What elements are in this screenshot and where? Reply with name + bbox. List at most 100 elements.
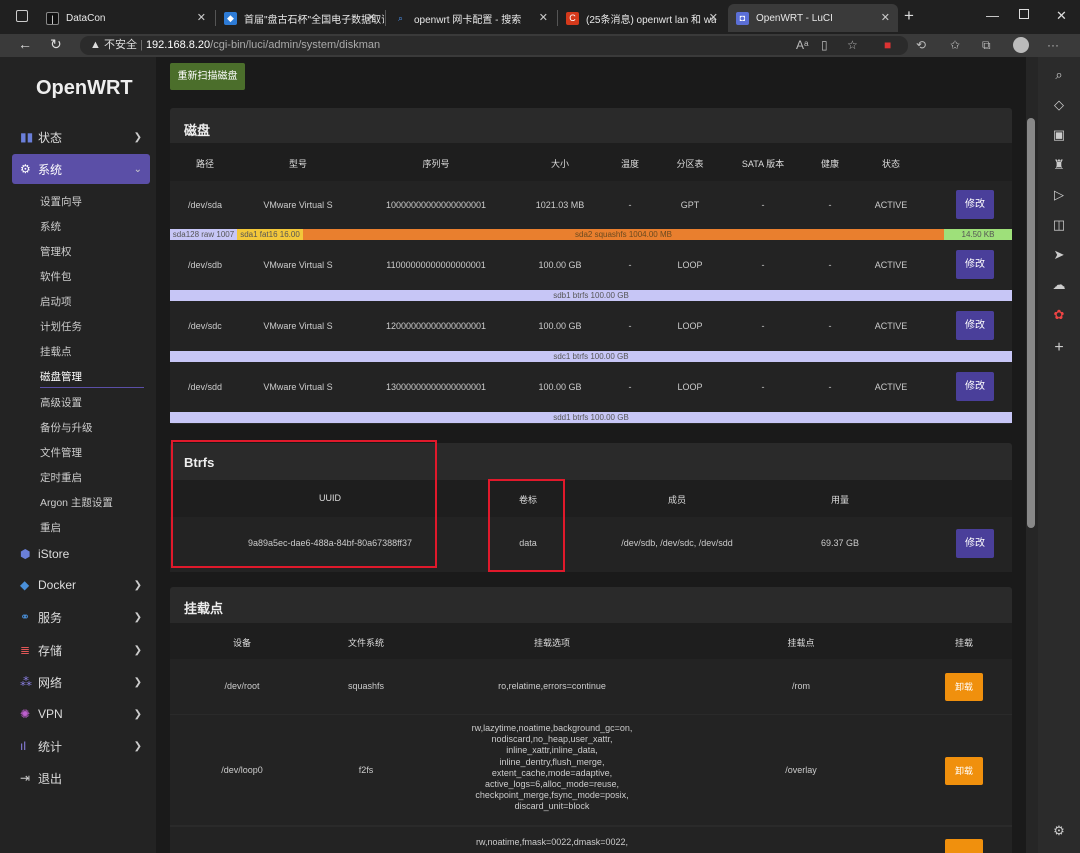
close-window-icon[interactable]: ✕ [1056,8,1067,24]
browser-tab[interactable]: | DataCon ✕ [38,4,214,32]
partition-segment[interactable]: sda1 fat16 16.00 [237,229,303,240]
read-aloud-icon[interactable]: Aᵃ [796,38,808,52]
sidebar-item-stats[interactable]: ıl 统计 ❯ [12,731,150,761]
cloud-icon[interactable]: ☁ [1050,277,1068,293]
app-icon[interactable]: ✿ [1050,307,1068,323]
partition-segment[interactable]: sda2 squashfs 1004.00 MB [303,229,944,240]
docker-icon: ◆ [20,578,30,592]
favorite-add-icon[interactable]: ☆ [847,38,858,52]
edit-disk-button[interactable]: 修改 [956,311,994,340]
outlook-icon[interactable]: ◫ [1050,217,1068,233]
sync-icon[interactable]: ⟲ [916,38,926,52]
tag-icon[interactable]: ◇ [1050,97,1068,113]
submenu-item[interactable]: 计划任务 [40,319,82,334]
submenu-item[interactable]: 高级设置 [40,395,82,410]
disk-ptable: LOOP [677,260,703,270]
rescan-disks-button[interactable]: 重新扫描磁盘 [170,63,245,90]
sidebar-item-network[interactable]: ⁂ 网络 ❯ [12,667,150,697]
disk-model: VMware Virtual S [263,200,333,210]
mount-option-line: active_logs=6,alloc_mode=reuse, [484,779,620,790]
edit-disk-button[interactable]: 修改 [956,250,994,279]
column-header: 挂载 [954,638,974,648]
url-field[interactable]: ▲ 不安全 | 192.168.8.20/cgi-bin/luci/admin/… [80,36,908,55]
back-icon[interactable]: ← [18,36,32,52]
sidebar-item-status[interactable]: ▮▮ 状态 ❯ [12,122,150,152]
disk-state: ACTIVE [874,200,908,210]
partition-segment[interactable]: 14.50 KB [944,229,1012,240]
partition-bar[interactable]: sdc1 btrfs 100.00 GB [170,351,1012,362]
mount-options: rw,noatime,fmask=0022,dmask=0022, [475,837,629,847]
disk-health: - [828,200,832,210]
submenu-item[interactable]: 挂载点 [40,344,72,359]
browser-tab-active[interactable]: ◘ OpenWRT - LuCI ✕ [728,4,898,32]
partition-bar[interactable]: sdb1 btrfs 100.00 GB [170,290,1012,301]
mount-option-line: checkpoint_merge,fsync_mode=posix, [475,790,629,801]
submenu-item[interactable]: 备份与升级 [40,420,93,435]
edit-disk-button[interactable]: 修改 [956,190,994,219]
tab-title: DataCon [66,12,106,24]
profile-avatar[interactable] [1013,37,1029,53]
edit-disk-button[interactable]: 修改 [956,372,994,401]
sidebar-item-storage[interactable]: ≣ 存储 ❯ [12,635,150,665]
browser-tab[interactable]: C (25条消息) openwrt lan 和 wan配 ✕ [558,4,726,32]
submenu-item[interactable]: 系统 [40,219,61,234]
close-tab-icon[interactable]: ✕ [881,11,890,24]
favorites-icon[interactable]: ✩ [950,38,960,52]
refresh-icon[interactable]: ↻ [50,36,62,53]
umount-button[interactable]: 卸载 [945,673,983,701]
reader-icon[interactable]: ▯ [821,38,828,52]
collections-icon[interactable]: ⧉ [982,38,991,53]
more-icon[interactable]: ··· [1047,38,1059,52]
close-tab-icon[interactable]: ✕ [367,11,376,24]
submenu-item-active[interactable]: 磁盘管理 [40,369,82,384]
panel-title: 磁盘 [184,123,211,138]
edit-btrfs-button[interactable]: 修改 [956,529,994,558]
submenu-item[interactable]: 定时重启 [40,470,82,485]
extension-icon[interactable]: ■ [884,38,891,52]
table-row: /dev/sdc VMware Virtual S 12000000000000… [170,301,1012,351]
scrollbar-thumb[interactable] [1027,118,1035,528]
close-tab-icon[interactable]: ✕ [709,11,718,24]
submenu-item[interactable]: 重启 [40,520,61,535]
submenu-item[interactable]: 设置向导 [40,194,82,209]
submenu-item[interactable]: Argon 主题设置 [40,495,113,510]
close-tab-icon[interactable]: ✕ [197,11,206,24]
submenu-item[interactable]: 管理权 [40,244,72,259]
browser-tab[interactable]: ⌕ openwrt 网卡配置 - 搜索 ✕ [386,4,556,32]
active-indicator [40,387,144,388]
submenu-item[interactable]: 文件管理 [40,445,82,460]
maximize-icon[interactable] [1019,9,1029,19]
disk-ptable: LOOP [677,321,703,331]
settings-icon[interactable]: ⚙ [1050,823,1068,839]
add-app-icon[interactable]: + [1050,339,1068,357]
sidebar-item-vpn[interactable]: ✺ VPN ❯ [12,699,150,729]
tab-actions-icon[interactable] [16,10,28,22]
close-tab-icon[interactable]: ✕ [539,11,548,24]
submenu-item[interactable]: 软件包 [40,269,72,284]
browser-tab[interactable]: ◆ 首届"盘古石杯"全国电子数据取证 ✕ [216,4,384,32]
minimize-icon[interactable]: — [986,8,999,23]
sidebar-item-label: iStore [38,547,70,561]
submenu-item[interactable]: 启动项 [40,294,72,309]
umount-button[interactable]: 卸载 [945,757,983,785]
mount-device: /dev/loop0 [221,765,263,775]
btrfs-usage: 69.37 GB [820,538,860,548]
sidebar-item-system[interactable]: ⚙ 系统 ⌄ [12,154,150,184]
sidebar-item-istore[interactable]: ⬢ iStore [12,539,150,569]
search-icon[interactable]: ⌕ [1050,67,1068,83]
chess-icon[interactable]: ♜ [1050,157,1068,173]
sidebar-item-logout[interactable]: ⇥ 退出 [12,763,150,793]
send-icon[interactable]: ➤ [1050,247,1068,263]
umount-button[interactable] [945,839,983,853]
sidebar-item-docker[interactable]: ◆ Docker ❯ [12,570,150,600]
briefcase-icon[interactable]: ▣ [1050,127,1068,143]
sidebar-item-services[interactable]: ⚭ 服务 ❯ [12,602,150,632]
partition-segment[interactable]: sda128 raw 1007 [170,229,237,240]
column-header: 路径 [195,159,215,169]
disk-model: VMware Virtual S [263,382,333,392]
disk-ptable: LOOP [677,382,703,392]
disk-temp: - [628,321,632,331]
play-icon[interactable]: ▷ [1050,187,1068,203]
partition-bar[interactable]: sdd1 btrfs 100.00 GB [170,412,1012,423]
new-tab-icon[interactable]: + [904,6,914,26]
